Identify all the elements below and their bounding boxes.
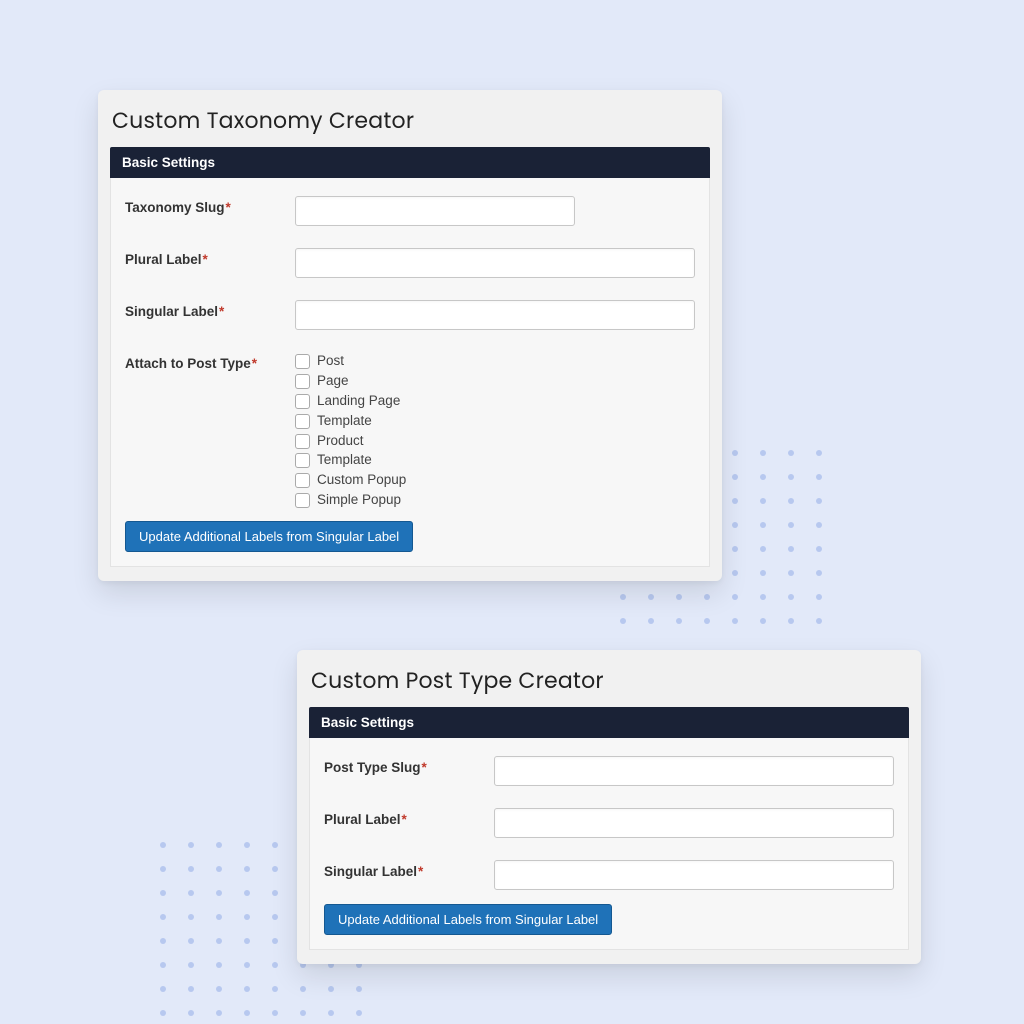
section-header: Basic Settings — [309, 707, 909, 738]
update-labels-button[interactable]: Update Additional Labels from Singular L… — [125, 521, 413, 552]
post-type-option-label: Template — [317, 451, 372, 470]
taxonomy-slug-input[interactable] — [295, 196, 575, 226]
field-row-singular-label: Singular Label* — [125, 300, 695, 330]
post-type-checkbox[interactable] — [295, 354, 310, 369]
field-row-post-type-slug: Post Type Slug* — [324, 756, 894, 786]
post-type-checkbox[interactable] — [295, 434, 310, 449]
post-type-checkbox[interactable] — [295, 493, 310, 508]
post-type-option-label: Landing Page — [317, 392, 400, 411]
label-post-type-slug: Post Type Slug — [324, 760, 421, 775]
update-labels-button[interactable]: Update Additional Labels from Singular L… — [324, 904, 612, 935]
taxonomy-creator-card: Custom Taxonomy Creator Basic Settings T… — [98, 90, 722, 581]
post-type-checkbox[interactable] — [295, 473, 310, 488]
required-indicator: * — [418, 864, 423, 879]
required-indicator: * — [203, 252, 208, 267]
post-type-checkbox[interactable] — [295, 453, 310, 468]
post-type-option[interactable]: Page — [295, 372, 695, 391]
singular-label-input[interactable] — [494, 860, 894, 890]
post-type-checkbox[interactable] — [295, 414, 310, 429]
post-type-option-label: Custom Popup — [317, 471, 406, 490]
post-type-option-label: Product — [317, 432, 364, 451]
required-indicator: * — [402, 812, 407, 827]
post-type-option[interactable]: Custom Popup — [295, 471, 695, 490]
required-indicator: * — [219, 304, 224, 319]
required-indicator: * — [226, 200, 231, 215]
post-type-option[interactable]: Landing Page — [295, 392, 695, 411]
label-plural: Plural Label — [324, 812, 401, 827]
label-plural: Plural Label — [125, 252, 202, 267]
post-type-option[interactable]: Post — [295, 352, 695, 371]
post-type-checkbox-group: PostPageLanding PageTemplateProductTempl… — [295, 352, 695, 511]
label-taxonomy-slug: Taxonomy Slug — [125, 200, 225, 215]
plural-label-input[interactable] — [295, 248, 695, 278]
post-type-option[interactable]: Simple Popup — [295, 491, 695, 510]
post-type-option[interactable]: Product — [295, 432, 695, 451]
post-type-option[interactable]: Template — [295, 412, 695, 431]
post-type-checkbox[interactable] — [295, 394, 310, 409]
post-type-option-label: Simple Popup — [317, 491, 401, 510]
field-row-taxonomy-slug: Taxonomy Slug* — [125, 196, 695, 226]
field-row-plural-label: Plural Label* — [324, 808, 894, 838]
label-singular: Singular Label — [324, 864, 417, 879]
field-row-singular-label: Singular Label* — [324, 860, 894, 890]
required-indicator: * — [422, 760, 427, 775]
label-singular: Singular Label — [125, 304, 218, 319]
card-title: Custom Taxonomy Creator — [112, 104, 708, 137]
plural-label-input[interactable] — [494, 808, 894, 838]
required-indicator: * — [252, 356, 257, 371]
post-type-option-label: Template — [317, 412, 372, 431]
post-type-checkbox[interactable] — [295, 374, 310, 389]
field-row-attach-post-type: Attach to Post Type* PostPageLanding Pag… — [125, 352, 695, 511]
section-header: Basic Settings — [110, 147, 710, 178]
post-type-option[interactable]: Template — [295, 451, 695, 470]
singular-label-input[interactable] — [295, 300, 695, 330]
card-title: Custom Post Type Creator — [311, 664, 907, 697]
label-attach: Attach to Post Type — [125, 356, 251, 371]
post-type-option-label: Page — [317, 372, 349, 391]
field-row-plural-label: Plural Label* — [125, 248, 695, 278]
post-type-slug-input[interactable] — [494, 756, 894, 786]
post-type-creator-card: Custom Post Type Creator Basic Settings … — [297, 650, 921, 964]
post-type-option-label: Post — [317, 352, 344, 371]
